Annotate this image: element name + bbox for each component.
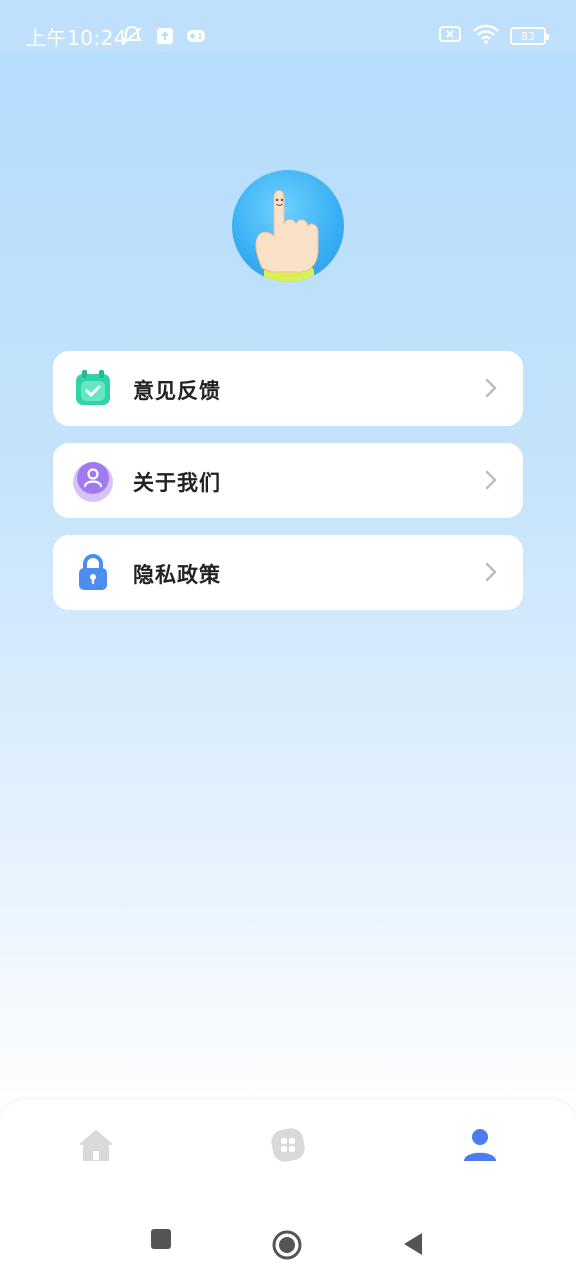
tab-profile[interactable] <box>461 1126 499 1164</box>
chevron-right-icon <box>485 470 497 490</box>
wifi-icon <box>472 24 500 48</box>
menu-item-about-us[interactable]: 关于我们 <box>53 443 523 518</box>
system-nav-bar <box>0 1200 576 1280</box>
tab-home[interactable] <box>77 1126 115 1164</box>
home-icon <box>80 1130 112 1161</box>
circle-icon <box>272 1230 302 1260</box>
sim-error-icon <box>438 25 462 47</box>
pointing-hand-icon <box>255 190 319 282</box>
menu-item-privacy-policy[interactable]: 隐私政策 <box>53 535 523 610</box>
status-left-icons <box>120 24 206 52</box>
privacy-lock-icon <box>73 552 113 592</box>
square-icon <box>151 1229 171 1249</box>
recent-apps-button[interactable] <box>150 1228 172 1254</box>
chevron-right-icon <box>485 378 497 398</box>
status-bar: 上午10:24 83 <box>0 0 576 52</box>
status-time: 上午10:24 <box>26 26 128 50</box>
status-right-icons: 83 <box>438 24 549 48</box>
alarm-off-icon <box>120 24 144 52</box>
feedback-calendar-check-icon <box>73 368 113 408</box>
settings-menu: 意见反馈 关于我们 隐私政策 <box>53 351 523 627</box>
menu-item-label: 意见反馈 <box>133 379 221 403</box>
battery-icon: 83 <box>510 27 549 45</box>
about-us-person-icon <box>73 460 113 502</box>
menu-item-label: 隐私政策 <box>133 563 221 587</box>
chevron-right-icon <box>485 562 497 582</box>
profile-person-icon <box>464 1129 496 1161</box>
back-button[interactable] <box>402 1232 424 1260</box>
apps-grid-icon <box>271 1128 305 1162</box>
back-triangle-icon <box>404 1233 422 1255</box>
tab-apps[interactable] <box>269 1126 307 1164</box>
bottom-nav <box>0 1100 576 1200</box>
menu-item-label: 关于我们 <box>133 471 221 495</box>
gamepad-icon <box>186 28 206 48</box>
menu-item-feedback[interactable]: 意见反馈 <box>53 351 523 426</box>
upload-icon <box>156 27 174 49</box>
home-button[interactable] <box>272 1230 302 1264</box>
profile-avatar[interactable] <box>232 170 344 282</box>
